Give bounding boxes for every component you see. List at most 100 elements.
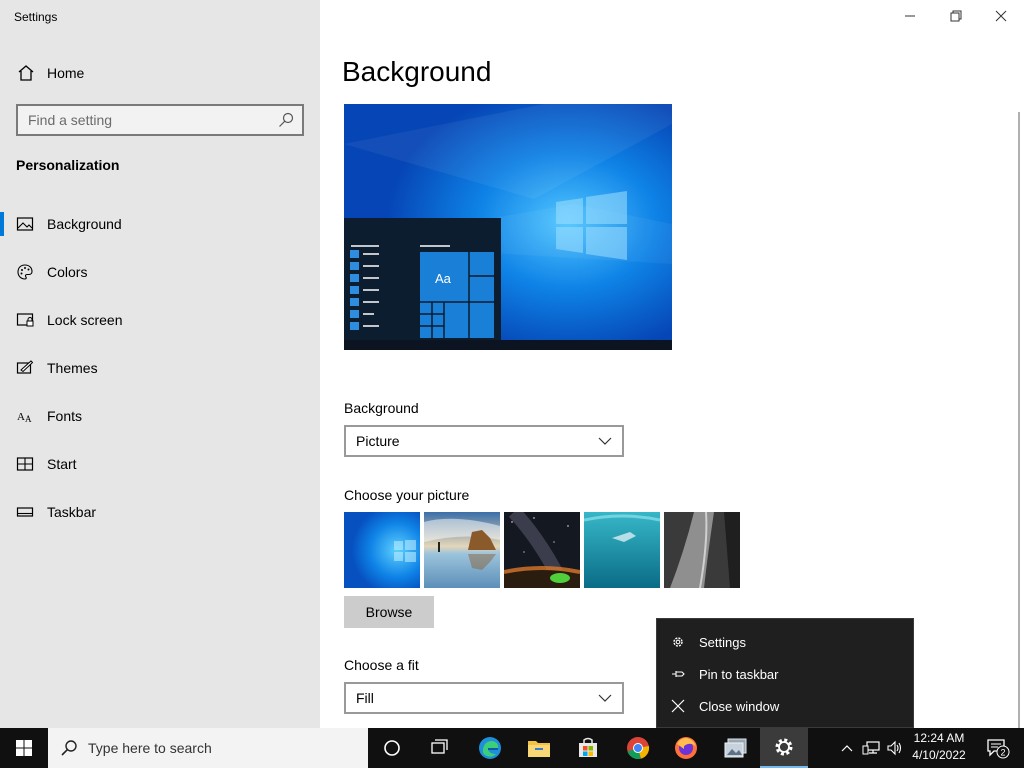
picture-thumbnail[interactable] — [504, 512, 580, 588]
picture-thumbnail[interactable] — [344, 512, 420, 588]
choose-picture-label: Choose your picture — [344, 487, 470, 503]
sidebar-item-label: Colors — [47, 264, 88, 280]
underwater-thumbnail — [584, 512, 660, 588]
background-label: Background — [344, 400, 419, 416]
taskbar-icon — [16, 507, 34, 517]
settings-search-input[interactable]: Find a setting — [28, 112, 278, 128]
store-button[interactable] — [564, 728, 612, 768]
sidebar: Settings Home Find a setting Personaliza… — [0, 0, 320, 728]
preview-wallpaper: Aa — [344, 104, 672, 350]
fit-label: Choose a fit — [344, 657, 419, 673]
background-type-dropdown[interactable]: Picture — [344, 425, 624, 457]
picture-thumbnail[interactable] — [664, 512, 740, 588]
sidebar-item-start[interactable]: Start — [0, 440, 320, 488]
menu-item-label: Pin to taskbar — [699, 666, 779, 682]
taskbar: Type here to search 12:24 AM 4/10/2022 2 — [0, 728, 1024, 768]
sidebar-nav: Background Colors Lock screen Themes AA … — [0, 200, 320, 536]
network-button[interactable] — [860, 728, 882, 768]
night-sky-thumbnail — [504, 512, 580, 588]
menu-item-label: Close window — [699, 698, 780, 714]
rock-cliff-thumbnail — [664, 512, 740, 588]
menu-item-pin-to-taskbar[interactable]: Pin to taskbar — [657, 658, 913, 690]
restore-button[interactable] — [933, 0, 979, 32]
lock-screen-icon — [16, 313, 34, 327]
task-view-icon — [431, 739, 448, 754]
cortana-button[interactable] — [368, 728, 416, 768]
restore-icon — [950, 10, 962, 22]
taskbar-search-input[interactable]: Type here to search — [88, 740, 212, 756]
chevron-up-icon — [841, 745, 853, 752]
themes-icon — [16, 360, 34, 374]
sidebar-item-label: Background — [47, 216, 122, 232]
menu-item-close-window[interactable]: Close window — [657, 690, 913, 722]
settings-search-box[interactable]: Find a setting — [16, 104, 304, 136]
svg-text:A: A — [25, 414, 32, 424]
task-view-button[interactable] — [416, 728, 464, 768]
chrome-icon — [627, 737, 650, 760]
sidebar-item-label: Start — [47, 456, 77, 472]
picture-thumbnail[interactable] — [424, 512, 500, 588]
edge-button[interactable] — [466, 728, 514, 768]
sidebar-item-label: Lock screen — [47, 312, 123, 328]
start-icon — [16, 457, 34, 471]
home-icon — [18, 65, 34, 81]
chrome-button[interactable] — [614, 728, 662, 768]
firefox-button[interactable] — [662, 728, 710, 768]
sidebar-item-colors[interactable]: Colors — [0, 248, 320, 296]
picture-icon — [16, 217, 34, 231]
windows-wallpaper-thumbnail — [344, 512, 420, 588]
scrollbar[interactable] — [1018, 112, 1020, 728]
edge-icon — [479, 737, 501, 759]
background-preview: Aa — [344, 104, 672, 350]
page-title: Background — [342, 56, 492, 87]
file-explorer-icon — [528, 741, 550, 757]
volume-icon — [887, 740, 902, 756]
taskbar-search-box[interactable]: Type here to search — [48, 728, 368, 768]
home-link[interactable]: Home — [0, 56, 320, 90]
firefox-icon — [675, 737, 697, 759]
beach-rocks-thumbnail — [424, 512, 500, 588]
sidebar-item-label: Themes — [47, 360, 98, 376]
preview-tile-text: Aa — [435, 271, 452, 286]
settings-icon — [775, 738, 793, 756]
section-title: Personalization — [16, 157, 120, 173]
sidebar-item-background[interactable]: Background — [0, 200, 320, 248]
picture-thumbnail[interactable] — [584, 512, 660, 588]
action-center-button[interactable]: 2 — [978, 728, 1018, 768]
gear-icon — [673, 637, 683, 647]
volume-button[interactable] — [884, 728, 906, 768]
browse-button[interactable]: Browse — [344, 596, 434, 628]
sidebar-item-label: Fonts — [47, 408, 83, 424]
network-icon — [862, 741, 880, 755]
show-hidden-icons-button[interactable] — [838, 728, 856, 768]
clock[interactable]: 12:24 AM 4/10/2022 — [906, 730, 972, 764]
menu-item-settings[interactable]: Settings — [657, 626, 913, 658]
file-explorer-button[interactable] — [515, 728, 563, 768]
settings-taskbar-button[interactable] — [760, 728, 808, 768]
background-type-value: Picture — [356, 433, 400, 449]
fonts-icon: AA — [17, 411, 32, 424]
pin-icon — [672, 671, 685, 677]
windows-logo-icon — [16, 740, 32, 756]
search-icon — [279, 112, 294, 127]
clock-date: 4/10/2022 — [912, 748, 966, 762]
clock-time: 12:24 AM — [913, 731, 965, 745]
sidebar-item-taskbar[interactable]: Taskbar — [0, 488, 320, 536]
sidebar-item-fonts[interactable]: AA Fonts — [0, 392, 320, 440]
minimize-icon — [905, 15, 915, 17]
search-icon — [61, 740, 77, 756]
store-icon — [579, 737, 597, 757]
photos-button[interactable] — [712, 728, 760, 768]
close-window-button[interactable] — [978, 0, 1024, 32]
sidebar-item-themes[interactable]: Themes — [0, 344, 320, 392]
close-icon — [671, 699, 685, 713]
minimize-button[interactable] — [887, 0, 933, 32]
start-button[interactable] — [0, 728, 48, 768]
fit-dropdown[interactable]: Fill — [344, 682, 624, 714]
fit-value: Fill — [356, 690, 374, 706]
notification-icon: 2 — [987, 739, 1010, 759]
svg-text:A: A — [17, 411, 25, 423]
taskbar-jump-list: Settings Pin to taskbar Close window — [656, 618, 914, 728]
sidebar-item-lock-screen[interactable]: Lock screen — [0, 296, 320, 344]
notification-count: 2 — [1000, 748, 1005, 758]
